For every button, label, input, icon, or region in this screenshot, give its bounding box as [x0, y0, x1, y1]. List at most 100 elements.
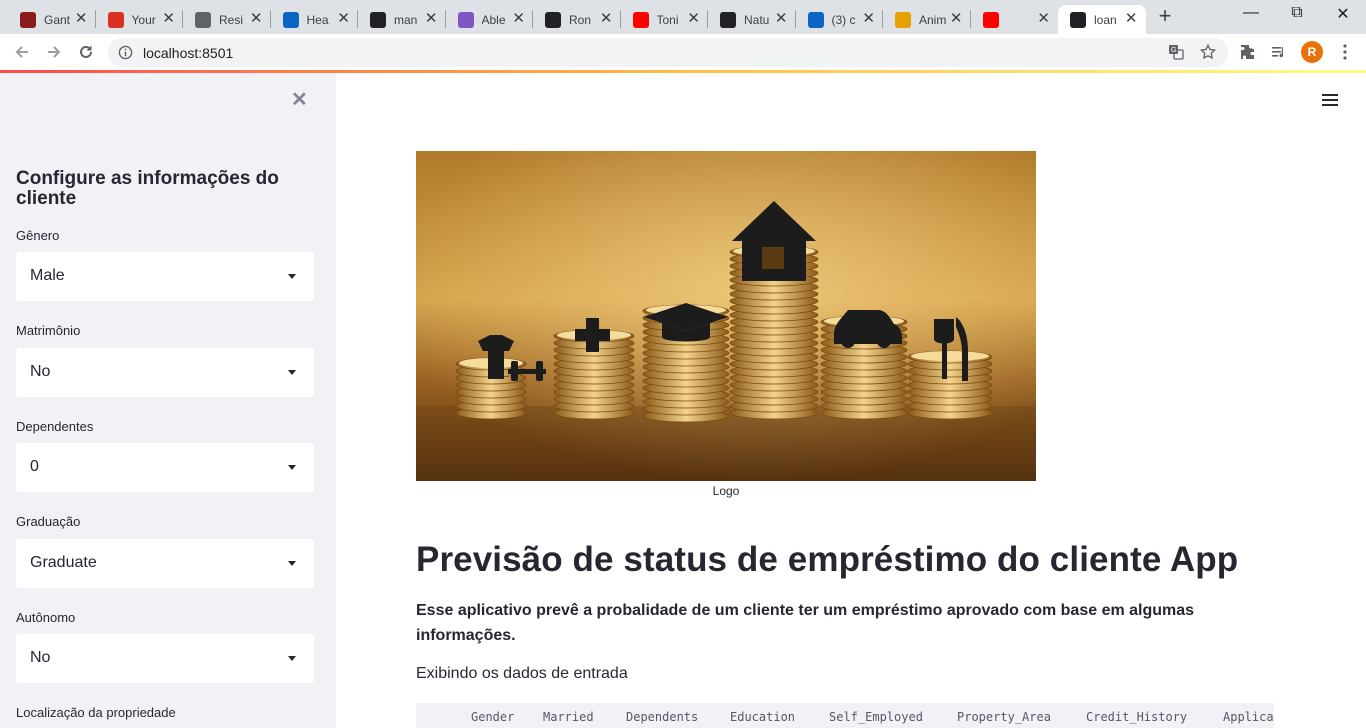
media-controls-icon[interactable] — [1269, 42, 1289, 62]
close-window-button[interactable]: ✕ — [1320, 4, 1366, 24]
education-select[interactable]: Graduate — [16, 539, 314, 588]
input-dataframe[interactable]: Gender Married Dependents Education Self… — [416, 703, 1274, 728]
close-tab-icon[interactable]: ✕ — [162, 11, 175, 27]
column-header: Gender — [471, 710, 515, 724]
sidebar-title: Configure as informações do cliente — [16, 168, 279, 209]
dependents-value: 0 — [30, 458, 39, 475]
profile-avatar[interactable]: R — [1301, 41, 1323, 63]
fw-logo-icon — [895, 11, 911, 28]
close-tab-icon[interactable]: ✕ — [512, 11, 525, 27]
translate-icon[interactable]: G — [1166, 42, 1186, 62]
close-sidebar-icon[interactable]: ✕ — [291, 87, 308, 112]
new-tab-button[interactable]: + — [1154, 5, 1176, 29]
arrow-right-icon — [48, 46, 61, 58]
property-area-label: Localização da propriedade — [16, 705, 176, 720]
crown-icon — [107, 11, 124, 28]
chevron-down-icon — [288, 561, 296, 566]
tab-title: Able — [481, 12, 506, 27]
coin-top — [911, 351, 989, 361]
browser-tab[interactable]: loan ✕ — [1058, 5, 1146, 34]
page-title: Previsão de status de empréstimo do clie… — [416, 540, 1239, 579]
gender-value: Male — [30, 267, 65, 284]
browser-tab[interactable]: Able ✕ — [446, 5, 534, 34]
youtube-icon — [632, 11, 649, 28]
reload-icon — [80, 45, 92, 58]
back-button[interactable] — [10, 40, 34, 64]
browser-menu-icon[interactable] — [1335, 42, 1355, 62]
browser-tab[interactable]: man ✕ — [358, 5, 446, 34]
minimize-button[interactable]: — — [1228, 4, 1274, 22]
gender-label: Gênero — [16, 228, 60, 243]
chevron-down-icon — [288, 465, 296, 470]
married-select[interactable]: No — [16, 348, 314, 397]
browser-tab[interactable]: Your ✕ — [96, 5, 184, 34]
self-employed-label: Autônomo — [16, 610, 76, 625]
column-header: Married — [543, 710, 594, 724]
gantt-icon — [20, 11, 36, 28]
married-label: Matrimônio — [16, 323, 81, 338]
education-label: Graduação — [16, 514, 81, 529]
browser-toolbar: localhost:8501 G R — [0, 34, 1366, 71]
url-text: localhost:8501 — [143, 45, 234, 61]
close-tab-icon[interactable]: ✕ — [862, 11, 875, 27]
forward-button[interactable] — [42, 40, 66, 64]
chevron-down-icon — [288, 274, 296, 279]
tab-title: Natu — [744, 12, 770, 27]
self-employed-select[interactable]: No — [16, 634, 314, 683]
info-icon[interactable] — [118, 45, 133, 60]
close-tab-icon[interactable]: ✕ — [1037, 11, 1050, 27]
sidebar: ✕ Configure as informações do cliente Gê… — [0, 73, 336, 728]
browser-tab[interactable]: Anim ✕ — [883, 5, 971, 34]
dependents-label: Dependentes — [16, 419, 94, 434]
married-value: No — [30, 363, 51, 380]
close-tab-icon[interactable]: ✕ — [337, 11, 350, 27]
tab-title: loan — [1094, 12, 1117, 27]
close-tab-icon[interactable]: ✕ — [250, 11, 263, 27]
close-tab-icon[interactable]: ✕ — [950, 11, 963, 27]
streamlit-icon — [1070, 11, 1086, 28]
column-header: Dependents — [626, 710, 699, 724]
column-header: Applica — [1223, 710, 1274, 724]
bookmark-star-icon[interactable] — [1198, 42, 1218, 62]
browser-tab[interactable]: ✕ — [971, 5, 1059, 34]
close-tab-icon[interactable]: ✕ — [600, 11, 613, 27]
arrow-left-icon — [15, 46, 28, 58]
app-description: Esse aplicativo prevê a probalidade de u… — [416, 602, 1195, 644]
github-icon — [545, 11, 561, 28]
close-tab-icon[interactable]: ✕ — [1125, 11, 1138, 27]
reload-button[interactable] — [74, 40, 98, 64]
close-tab-icon[interactable]: ✕ — [425, 11, 438, 27]
gender-select[interactable]: Male — [16, 252, 314, 301]
browser-tab[interactable]: Natu ✕ — [708, 5, 796, 34]
chevron-down-icon — [288, 656, 296, 661]
browser-tab[interactable]: Resi ✕ — [183, 5, 271, 34]
tab-title: Your — [131, 12, 156, 27]
tab-title: Toni — [656, 12, 679, 27]
address-bar[interactable]: localhost:8501 — [108, 38, 1228, 67]
k-logo-icon — [282, 11, 299, 28]
tab-title: Anim — [919, 12, 947, 27]
browser-tab[interactable]: Toni ✕ — [621, 5, 709, 34]
browser-tab[interactable]: Ron ✕ — [533, 5, 621, 34]
close-tab-icon[interactable]: ✕ — [775, 11, 788, 27]
tab-title: Ron — [569, 12, 592, 27]
a-logo-icon — [457, 11, 474, 28]
github-icon — [370, 11, 386, 28]
phone-icon — [195, 11, 211, 28]
app-menu-icon[interactable] — [1322, 94, 1338, 108]
browser-tab[interactable]: Gant ✕ — [8, 5, 96, 34]
dependents-select[interactable]: 0 — [16, 443, 314, 492]
tab-title: Gant — [44, 12, 71, 27]
youtube-icon — [982, 11, 999, 28]
browser-tab[interactable]: (3) c ✕ — [796, 5, 884, 34]
restore-button[interactable]: ⧉ — [1274, 4, 1320, 22]
extensions-icon[interactable] — [1238, 42, 1258, 62]
column-header: Credit_History — [1086, 710, 1188, 724]
tab-title: Resi — [219, 12, 244, 27]
close-tab-icon[interactable]: ✕ — [687, 11, 700, 27]
svg-text:G: G — [1171, 47, 1176, 54]
column-header: Education — [730, 710, 796, 724]
close-tab-icon[interactable]: ✕ — [75, 11, 88, 27]
browser-tab[interactable]: Hea ✕ — [271, 5, 359, 34]
browser-tab-strip: Gant ✕ Your ✕ Resi ✕ Hea ✕ man ✕ Able ✕ Ron ✕ Toni ✕ Nat… — [0, 0, 1366, 34]
